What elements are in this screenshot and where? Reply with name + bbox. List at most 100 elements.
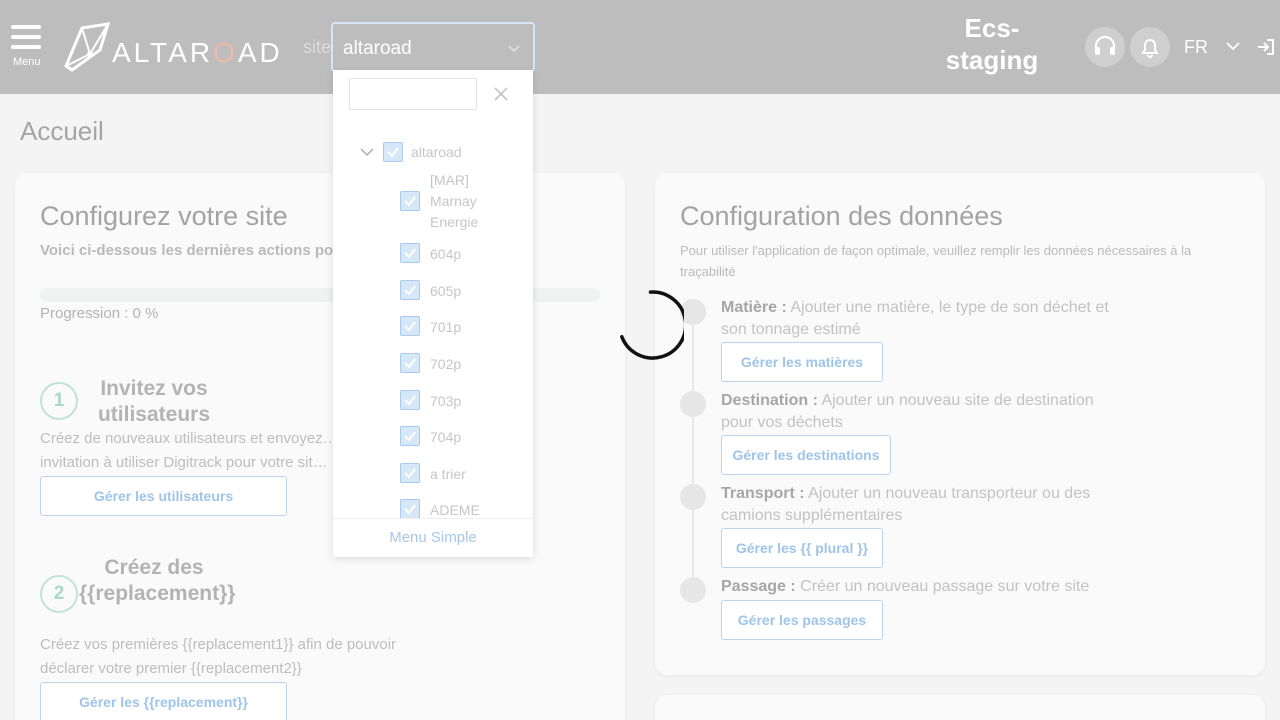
altaroad-logo[interactable]: ALTAROAD xyxy=(60,20,290,74)
hamburger-icon-bar xyxy=(11,35,41,39)
checkbox[interactable] xyxy=(400,390,420,410)
page-title: Accueil xyxy=(20,116,104,146)
chevron-down-icon[interactable] xyxy=(359,144,375,160)
step-title: Invitez vos utilisateurs xyxy=(97,377,211,426)
data-config-card: Configuration des données Pour utiliser … xyxy=(655,173,1265,675)
checkbox[interactable] xyxy=(400,243,420,263)
headset-icon xyxy=(1094,35,1116,55)
timeline-dot xyxy=(680,577,706,603)
tree-item-label: 704p xyxy=(430,429,462,445)
hamburger-icon xyxy=(11,25,41,29)
check-icon xyxy=(404,395,416,406)
step-number: 2 xyxy=(40,575,78,613)
item-label: Destination : xyxy=(721,392,818,409)
tree-item-701p[interactable]: 701p xyxy=(400,316,530,338)
check-icon xyxy=(404,431,416,442)
check-icon xyxy=(404,321,416,332)
tree-item-ademe[interactable]: ADEME xyxy=(400,499,530,518)
step-number: 1 xyxy=(40,382,78,420)
tree-item-label: 701p xyxy=(430,319,462,335)
check-icon xyxy=(387,147,399,158)
site-dropdown: altaroad [MAR] Marnay Energie 604p 605p … xyxy=(333,70,533,557)
check-icon xyxy=(404,504,416,515)
tree-item-703p[interactable]: 703p xyxy=(400,390,530,412)
manage-materials-button[interactable]: Gérer les matières xyxy=(721,342,883,382)
step-title: Créez des {{replacement}} xyxy=(79,556,236,605)
checkbox[interactable] xyxy=(400,316,420,336)
language-selector[interactable]: FR xyxy=(1184,37,1208,58)
site-label: site xyxy=(303,37,332,57)
item-label: Transport : xyxy=(721,485,805,502)
checkbox[interactable] xyxy=(383,142,403,162)
manage-passages-button[interactable]: Gérer les passages xyxy=(721,600,883,640)
tree-item-label: ADEME xyxy=(430,502,480,518)
logo-text-part: AD xyxy=(237,37,283,68)
site-tree[interactable]: altaroad [MAR] Marnay Energie 604p 605p … xyxy=(333,130,533,518)
logout-icon[interactable] xyxy=(1256,37,1276,57)
simple-menu-link[interactable]: Menu Simple xyxy=(333,518,533,557)
item-label: Passage : xyxy=(721,578,796,595)
site-setup-card: Configurez votre site Voici ci-dessous l… xyxy=(15,173,625,720)
item-text: Créer un nouveau passage sur votre site xyxy=(795,578,1090,595)
checkbox[interactable] xyxy=(400,280,420,300)
tree-item-label: 702p xyxy=(430,356,462,372)
manage-replacement-button[interactable]: Gérer les {{replacement}} xyxy=(40,682,287,720)
tree-item-704p[interactable]: 704p xyxy=(400,426,530,448)
tree-item-a-trier[interactable]: a trier xyxy=(400,463,530,485)
checkbox[interactable] xyxy=(400,353,420,373)
tree-item-label: altaroad xyxy=(411,144,462,160)
checkbox[interactable] xyxy=(400,426,420,446)
tree-item-label: [MAR] Marnay Energie xyxy=(430,172,479,230)
destination-description: Destination : Ajouter un nouveau site de… xyxy=(721,390,1101,434)
site-search-input[interactable] xyxy=(349,78,477,110)
tree-item-marnay[interactable]: [MAR] Marnay Energie xyxy=(400,170,530,234)
logo-text-part: ALTAR xyxy=(112,37,214,68)
passage-description: Passage : Créer un nouveau passage sur v… xyxy=(721,576,1141,598)
data-config-title: Configuration des données xyxy=(680,201,1003,231)
setup-title: Configurez votre site xyxy=(40,201,288,231)
logo-text-accent: O xyxy=(213,37,238,68)
chevron-down-icon[interactable] xyxy=(1225,38,1241,54)
material-description: Matière : Ajouter une matière, le type d… xyxy=(721,297,1111,341)
manage-transport-button[interactable]: Gérer les {{ plural }} xyxy=(721,528,883,568)
check-icon xyxy=(404,468,416,479)
environment-name: Ecs-staging xyxy=(945,13,1039,75)
bell-icon xyxy=(1141,39,1159,58)
manage-destinations-button[interactable]: Gérer les destinations xyxy=(721,435,891,475)
site-select[interactable]: altaroad xyxy=(331,22,535,72)
manage-users-button[interactable]: Gérer les utilisateurs xyxy=(40,476,287,516)
tree-item-label: 703p xyxy=(430,393,462,409)
timeline-dot xyxy=(680,391,706,417)
notifications-button[interactable] xyxy=(1130,27,1170,67)
tree-item-label: 605p xyxy=(430,283,462,299)
checkbox[interactable] xyxy=(400,499,420,518)
menu-button[interactable]: Menu xyxy=(11,25,43,71)
item-label: Matière : xyxy=(721,299,787,316)
logo-mark-icon xyxy=(64,22,111,72)
check-icon xyxy=(404,196,416,207)
setup-progress-label: Progression : 0 % xyxy=(40,305,159,322)
secondary-card xyxy=(655,695,1265,720)
tree-item-605p[interactable]: 605p xyxy=(400,280,530,302)
step-description: Créez de nouveaux utilisateurs et envoye… xyxy=(40,430,338,471)
close-icon[interactable] xyxy=(493,86,509,102)
transport-description: Transport : Ajouter un nouveau transport… xyxy=(721,483,1111,527)
checkbox[interactable] xyxy=(400,463,420,483)
tree-item-604p[interactable]: 604p xyxy=(400,243,530,265)
tree-item-label: 604p xyxy=(430,246,462,262)
logo-text: ALTAROAD xyxy=(112,37,283,69)
timeline-line xyxy=(692,313,694,593)
tree-item-702p[interactable]: 702p xyxy=(400,353,530,375)
step-description: Créez vos premières {{replacement1}} afi… xyxy=(40,636,397,677)
data-config-subtitle: Pour utiliser l'application de façon opt… xyxy=(680,243,1192,279)
top-bar: Menu ALTAROAD site altaroad Ecs-staging … xyxy=(0,0,1280,94)
hamburger-icon-bar xyxy=(11,45,41,49)
chevron-down-icon xyxy=(508,45,520,53)
spinner-icon xyxy=(620,290,684,360)
site-select-value: altaroad xyxy=(343,38,412,59)
support-button[interactable] xyxy=(1085,27,1125,67)
tree-item-label: a trier xyxy=(430,466,466,482)
check-icon xyxy=(404,248,416,259)
checkbox[interactable] xyxy=(400,191,420,211)
check-icon xyxy=(404,285,416,296)
